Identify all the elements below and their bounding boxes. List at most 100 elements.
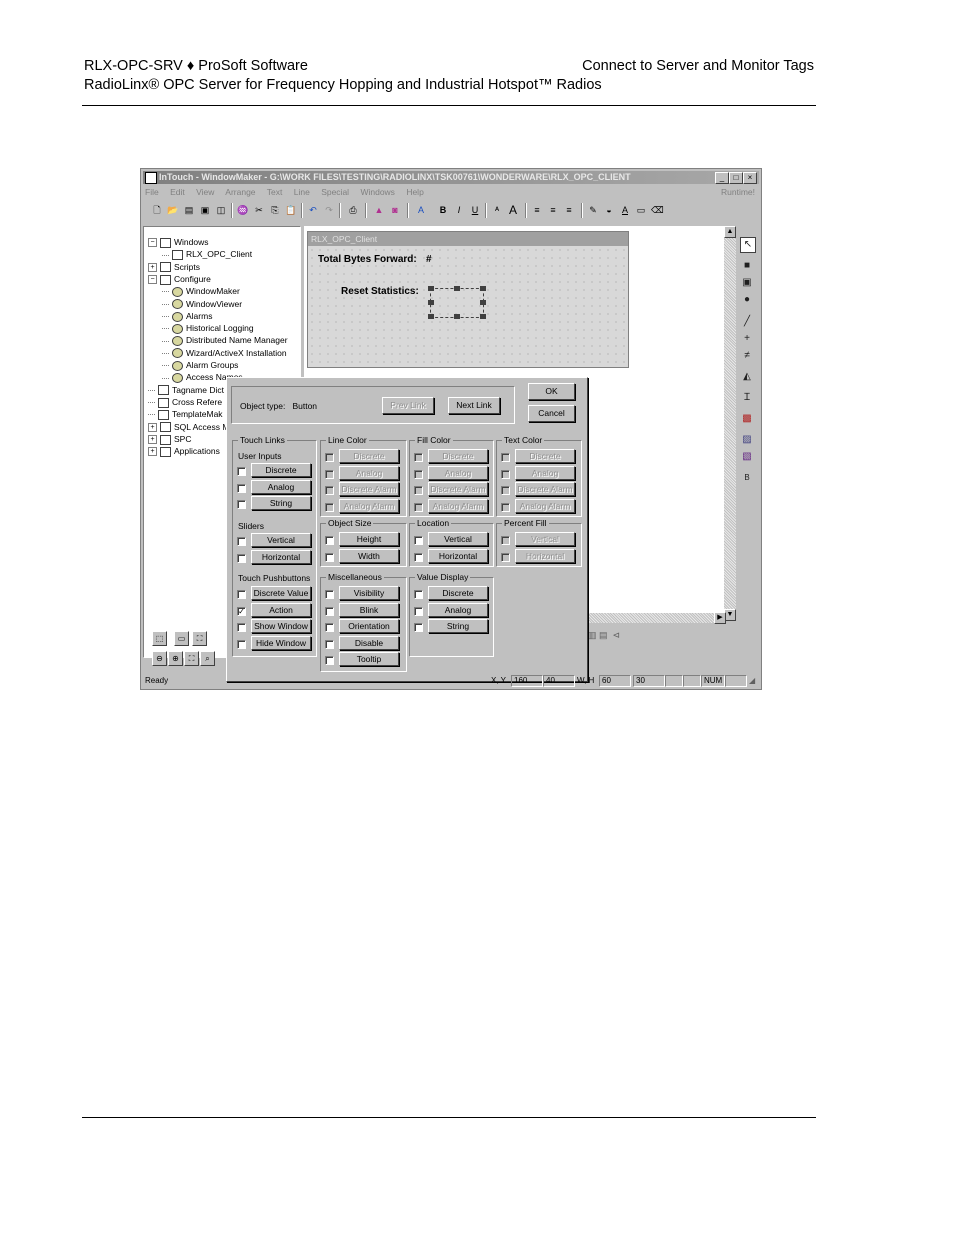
menu-edit[interactable]: Edit <box>170 187 185 197</box>
expand-icon[interactable]: + <box>148 435 157 445</box>
link-button[interactable]: Discrete Alarm <box>339 482 399 496</box>
align-right-icon[interactable]: ≡ <box>563 204 575 216</box>
bitmap-tool-icon[interactable]: ▩ <box>740 412 754 426</box>
reset-button-selected[interactable] <box>428 286 486 319</box>
zoom-select-icon[interactable]: ⌕ <box>200 651 215 666</box>
font-icon[interactable]: A <box>415 204 427 216</box>
close-button[interactable]: × <box>743 172 757 184</box>
link-checkbox[interactable] <box>325 590 334 599</box>
cancel-button[interactable]: Cancel <box>528 405 575 422</box>
link-button[interactable]: Discrete <box>515 449 575 463</box>
cut-icon[interactable]: ✂ <box>253 204 265 216</box>
line-tool-icon[interactable]: ╱ <box>740 315 754 329</box>
copy-icon[interactable]: ⎘ <box>269 204 281 216</box>
link-checkbox[interactable] <box>501 552 510 562</box>
link-button[interactable]: Visibility <box>339 586 399 600</box>
zoom-out-icon[interactable]: ⊖ <box>152 651 167 666</box>
link-checkbox[interactable] <box>414 536 423 545</box>
open-icon[interactable]: 📂 <box>167 204 179 216</box>
redo-icon[interactable]: ↷ <box>323 204 335 216</box>
zoom-in-icon[interactable]: ⊕ <box>168 651 183 666</box>
link-checkbox[interactable] <box>237 467 246 476</box>
link-checkbox[interactable] <box>414 453 423 462</box>
rounded-rect-tool-icon[interactable]: ▣ <box>740 276 754 290</box>
link-button[interactable]: Hide Window <box>251 635 311 650</box>
tree-item[interactable]: WindowMaker <box>162 286 240 297</box>
select-mode-icon[interactable]: ⬚ <box>152 631 167 646</box>
menu-file[interactable]: File <box>145 187 159 197</box>
link-checkbox[interactable] <box>325 469 334 479</box>
expand-icon[interactable]: + <box>148 447 157 457</box>
scroll-up-icon[interactable]: ▲ <box>724 226 736 238</box>
link-checkbox[interactable] <box>414 502 423 512</box>
tree-item[interactable]: − Windows <box>148 237 208 248</box>
link-button[interactable]: Discrete Alarm <box>428 482 488 496</box>
link-checkbox[interactable] <box>414 486 423 495</box>
erase-icon[interactable]: ⌫ <box>651 204 664 216</box>
link-checkbox[interactable] <box>325 623 334 632</box>
reduce-font-icon[interactable]: ᴬ <box>491 204 503 216</box>
link-button[interactable]: Disable <box>339 635 399 650</box>
expand-icon[interactable]: + <box>148 422 157 432</box>
link-checkbox[interactable] <box>414 469 423 479</box>
fill-color-icon[interactable]: ◒ <box>603 204 615 216</box>
link-button[interactable]: Analog <box>428 602 488 617</box>
link-button[interactable]: Height <box>339 532 399 546</box>
button-tool-icon[interactable]: B <box>740 471 754 485</box>
link-checkbox[interactable]: ✓ <box>237 606 246 616</box>
link-button[interactable]: Analog <box>339 465 399 480</box>
new-icon[interactable]: 🗋 <box>151 204 163 216</box>
link-checkbox[interactable] <box>414 623 423 632</box>
tree-item[interactable]: WindowViewer <box>162 299 242 310</box>
link-button[interactable]: Blink <box>339 602 399 617</box>
full-screen-icon[interactable]: ⛶ <box>192 631 207 646</box>
link-checkbox[interactable] <box>325 639 334 649</box>
tree-item[interactable]: Tagname Dict <box>148 385 224 396</box>
link-checkbox[interactable] <box>237 623 246 632</box>
tree-item[interactable]: + Applications <box>148 446 220 457</box>
menu-arrange[interactable]: Arrange <box>225 187 255 197</box>
link-checkbox[interactable] <box>237 639 246 649</box>
link-checkbox[interactable] <box>414 590 423 599</box>
link-button[interactable]: Horizontal <box>428 548 488 563</box>
find-icon[interactable]: ♒ <box>237 204 249 216</box>
bold-icon[interactable]: B <box>437 204 449 216</box>
link-button[interactable]: String <box>428 619 488 633</box>
link-button[interactable]: Analog <box>251 479 311 494</box>
rectangle-tool-icon[interactable]: ■ <box>740 259 754 273</box>
link-checkbox[interactable] <box>501 453 510 462</box>
resize-grip-icon[interactable]: ◢ <box>749 674 755 687</box>
link-button[interactable]: Discrete Value <box>251 586 311 600</box>
horizontal-scrollbar[interactable]: ▶ <box>577 612 726 624</box>
underline-icon[interactable]: U <box>469 204 481 216</box>
window-list-icon[interactable]: ▭ <box>174 631 189 646</box>
hv-line-tool-icon[interactable]: + <box>740 332 754 346</box>
paste-icon[interactable]: 📋 <box>285 204 297 216</box>
enlarge-font-icon[interactable]: A <box>507 204 519 216</box>
tree-item[interactable]: Wizard/ActiveX Installation <box>162 348 287 359</box>
historical-trend-icon[interactable]: ▧ <box>740 450 754 464</box>
tree-item[interactable]: RLX_OPC_Client <box>162 249 252 261</box>
link-button[interactable]: Analog Alarm <box>428 498 488 513</box>
runtime-link[interactable]: Runtime! <box>721 186 755 198</box>
link-button[interactable]: Analog Alarm <box>339 498 399 513</box>
link-button[interactable]: Vertical <box>428 532 488 546</box>
zoom-fit-icon[interactable]: ⛶ <box>184 651 199 666</box>
link-button[interactable]: Horizontal <box>251 549 311 564</box>
expand-icon[interactable]: + <box>148 262 157 272</box>
link-button[interactable]: Analog <box>428 465 488 480</box>
menu-special[interactable]: Special <box>321 187 349 197</box>
link-button[interactable]: Analog <box>515 465 575 480</box>
link-checkbox[interactable] <box>501 486 510 495</box>
link-checkbox[interactable] <box>501 536 510 545</box>
link-checkbox[interactable] <box>237 537 246 546</box>
menu-line[interactable]: Line <box>294 187 310 197</box>
vertical-scrollbar[interactable]: ▲ ▼ <box>724 226 736 621</box>
next-link-button[interactable]: Next Link <box>448 397 500 414</box>
link-checkbox[interactable] <box>414 606 423 616</box>
link-checkbox[interactable] <box>325 536 334 545</box>
tag-browser-icon[interactable]: ◙ <box>389 204 401 216</box>
link-checkbox[interactable] <box>325 552 334 562</box>
link-checkbox[interactable] <box>501 502 510 512</box>
tree-item[interactable]: Cross Refere <box>148 397 222 408</box>
